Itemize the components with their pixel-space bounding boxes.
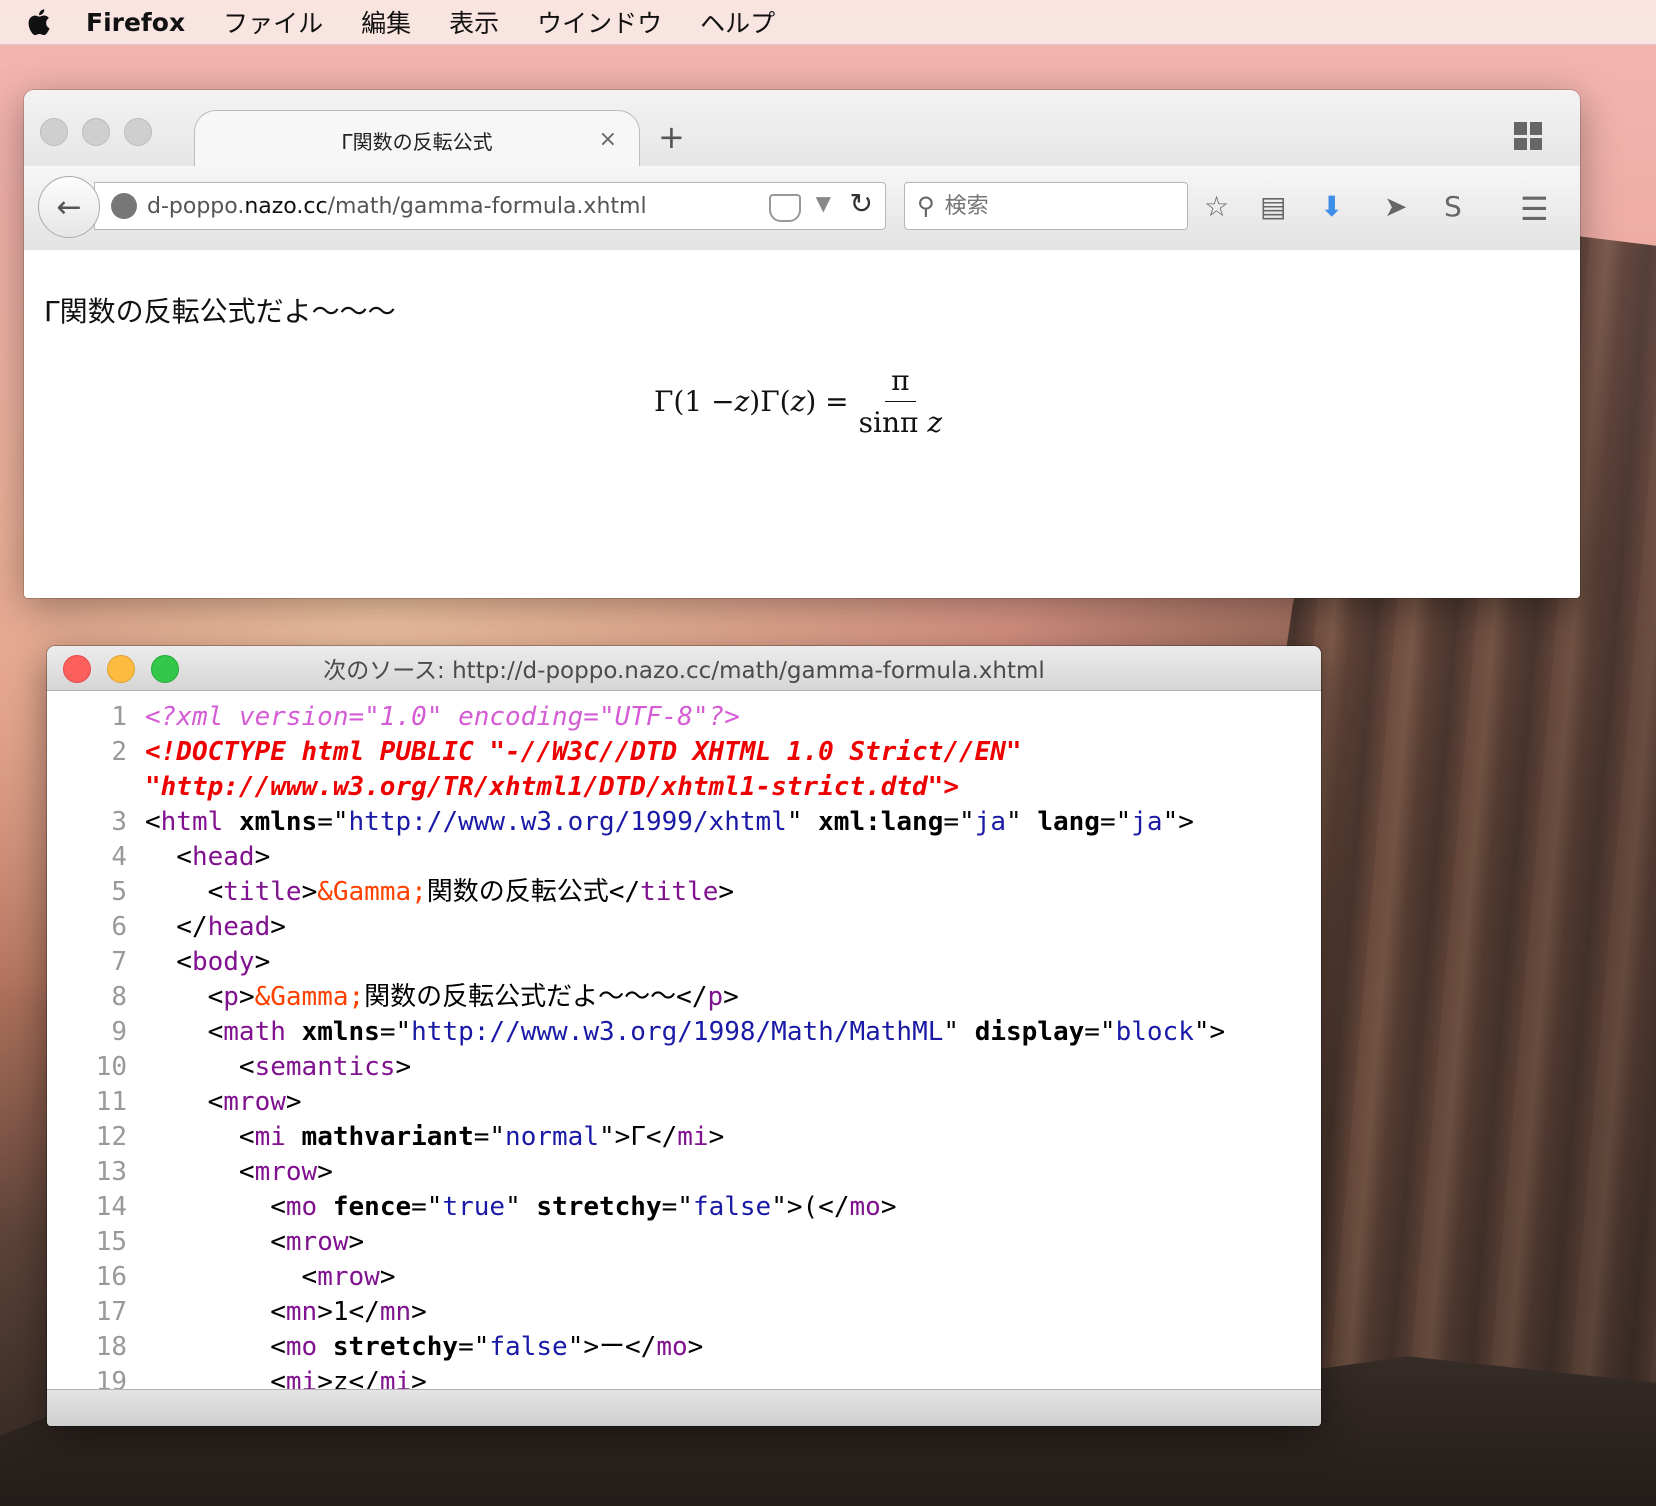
- source-line: "http://www.w3.org/TR/xhtml1/DTD/xhtml1-…: [145, 772, 959, 802]
- source-line: 17 <mn>1</mn>: [47, 1295, 1321, 1330]
- window-controls: [40, 118, 152, 146]
- nav-bar: d-poppo.nazo.cc/math/gamma-formula.xhtml…: [24, 166, 1580, 251]
- line-number: 11: [95, 1087, 127, 1117]
- menu-help[interactable]: ヘルプ: [700, 4, 775, 40]
- downloads-icon[interactable]: ⬇: [1320, 190, 1343, 223]
- source-code-view[interactable]: 1 <?xml version="1.0" encoding="UTF-8"?> 2…: [47, 690, 1321, 1390]
- apple-icon[interactable]: [20, 7, 56, 37]
- source-titlebar: 次のソース: http://d-poppo.nazo.cc/math/gamma…: [47, 646, 1321, 691]
- firefox-window: Γ関数の反転公式 × + d-poppo.nazo.cc/math/gamma-…: [24, 90, 1580, 598]
- page-content: Γ関数の反転公式だよ～～～ Γ(1 − z)Γ(z) = π sinπ z: [24, 250, 1580, 598]
- minimize-window-button[interactable]: [82, 118, 110, 146]
- line-number: 4: [111, 842, 127, 872]
- line-number: 7: [111, 947, 127, 977]
- line-number: 18: [95, 1332, 127, 1362]
- line-number: 6: [111, 912, 127, 942]
- menu-window[interactable]: ウインドウ: [537, 4, 662, 40]
- line-number: 3: [111, 807, 127, 837]
- hamburger-menu-icon[interactable]: ☰: [1520, 190, 1549, 228]
- tab-groups-icon[interactable]: [1514, 122, 1542, 150]
- menu-app-name[interactable]: Firefox: [86, 8, 185, 37]
- search-icon: ⚲: [917, 192, 935, 220]
- line-number: 17: [95, 1297, 127, 1327]
- source-line: 8 <p>&Gamma;関数の反転公式だよ～～～</p>: [47, 980, 1321, 1015]
- line-number: 10: [95, 1052, 127, 1082]
- source-line: 7 <body>: [47, 945, 1321, 980]
- tab-gamma-formula[interactable]: Γ関数の反転公式 ×: [194, 110, 640, 169]
- line-number: 15: [95, 1227, 127, 1257]
- formula-fraction: π sinπ z: [859, 364, 942, 439]
- line-number: 13: [95, 1157, 127, 1187]
- site-identity-icon[interactable]: [111, 193, 137, 219]
- source-line: 13 <mrow>: [47, 1155, 1321, 1190]
- line-number: 9: [111, 1017, 127, 1047]
- menu-file[interactable]: ファイル: [223, 4, 323, 40]
- line-number: 12: [95, 1122, 127, 1152]
- sync-icon[interactable]: S: [1444, 190, 1462, 223]
- line-number: 16: [95, 1262, 127, 1292]
- formula-denominator: sinπ z: [858, 406, 943, 439]
- url-dropdown-icon[interactable]: ▼: [816, 191, 831, 215]
- search-bar[interactable]: ⚲: [904, 182, 1188, 230]
- close-window-button[interactable]: [63, 655, 91, 683]
- source-line: 15 <mrow>: [47, 1225, 1321, 1260]
- page-paragraph: Γ関数の反転公式だよ～～～: [44, 295, 396, 328]
- tab-close-icon[interactable]: ×: [599, 127, 617, 152]
- tab-title: Γ関数の反転公式: [341, 129, 493, 154]
- source-line: 18 <mo stretchy="false">ー</mo>: [47, 1330, 1321, 1365]
- search-input[interactable]: [942, 192, 1147, 220]
- url-text[interactable]: d-poppo.nazo.cc/math/gamma-formula.xhtml: [147, 194, 647, 219]
- reload-icon[interactable]: ↻: [850, 187, 873, 220]
- menu-edit[interactable]: 編集: [361, 4, 411, 40]
- send-icon[interactable]: ➤: [1384, 190, 1407, 223]
- close-window-button[interactable]: [40, 118, 68, 146]
- menu-view[interactable]: 表示: [449, 4, 499, 40]
- source-line: 5 <title>&Gamma;関数の反転公式</title>: [47, 875, 1321, 910]
- menu-bar: Firefox ファイル 編集 表示 ウインドウ ヘルプ: [0, 0, 1656, 45]
- tab-bar: Γ関数の反転公式 × +: [24, 90, 1580, 169]
- bookmark-star-icon[interactable]: ☆: [1204, 190, 1229, 223]
- formula-numerator: π: [885, 364, 916, 402]
- source-line: 12 <mi mathvariant="normal">Γ</mi>: [47, 1120, 1321, 1155]
- source-line: 16 <mrow>: [47, 1260, 1321, 1295]
- view-source-window: 次のソース: http://d-poppo.nazo.cc/math/gamma…: [47, 646, 1321, 1426]
- back-arrow-icon: ←: [56, 189, 82, 225]
- line-number: 14: [95, 1192, 127, 1222]
- zoom-window-button[interactable]: [151, 655, 179, 683]
- window-controls: [63, 655, 179, 683]
- line-number: 19: [95, 1367, 127, 1390]
- pocket-icon[interactable]: [769, 194, 801, 222]
- minimize-window-button[interactable]: [107, 655, 135, 683]
- source-line: 19 <mi>z</mi>: [47, 1365, 1321, 1390]
- source-line: 10 <semantics>: [47, 1050, 1321, 1085]
- line-number: 5: [111, 877, 127, 907]
- line-number: 8: [111, 982, 127, 1012]
- source-line: 3 <html xmlns="http://www.w3.org/1999/xht…: [47, 805, 1321, 840]
- zoom-window-button[interactable]: [124, 118, 152, 146]
- gamma-formula: Γ(1 − z)Γ(z) = π sinπ z: [654, 364, 943, 439]
- source-line: 1 <?xml version="1.0" encoding="UTF-8"?>: [47, 700, 1321, 735]
- source-line: 14 <mo fence="true" stretchy="false">(</…: [47, 1190, 1321, 1225]
- line-number: 2: [111, 737, 127, 767]
- source-window-title: 次のソース: http://d-poppo.nazo.cc/math/gamma…: [323, 658, 1045, 684]
- line-number: 1: [111, 702, 127, 732]
- bookmarks-menu-icon[interactable]: ▤: [1260, 190, 1286, 223]
- source-line: 4 <head>: [47, 840, 1321, 875]
- source-line: 2 <!DOCTYPE html PUBLIC "-//W3C//DTD XHTM…: [47, 735, 1321, 770]
- source-line: 9 <math xmlns="http://www.w3.org/1998/Ma…: [47, 1015, 1321, 1050]
- source-line: 11 <mrow>: [47, 1085, 1321, 1120]
- url-bar[interactable]: d-poppo.nazo.cc/math/gamma-formula.xhtml…: [94, 182, 886, 230]
- back-button[interactable]: ←: [38, 176, 100, 238]
- status-bar: [47, 1389, 1321, 1426]
- source-line: 6 </head>: [47, 910, 1321, 945]
- new-tab-button[interactable]: +: [658, 118, 685, 156]
